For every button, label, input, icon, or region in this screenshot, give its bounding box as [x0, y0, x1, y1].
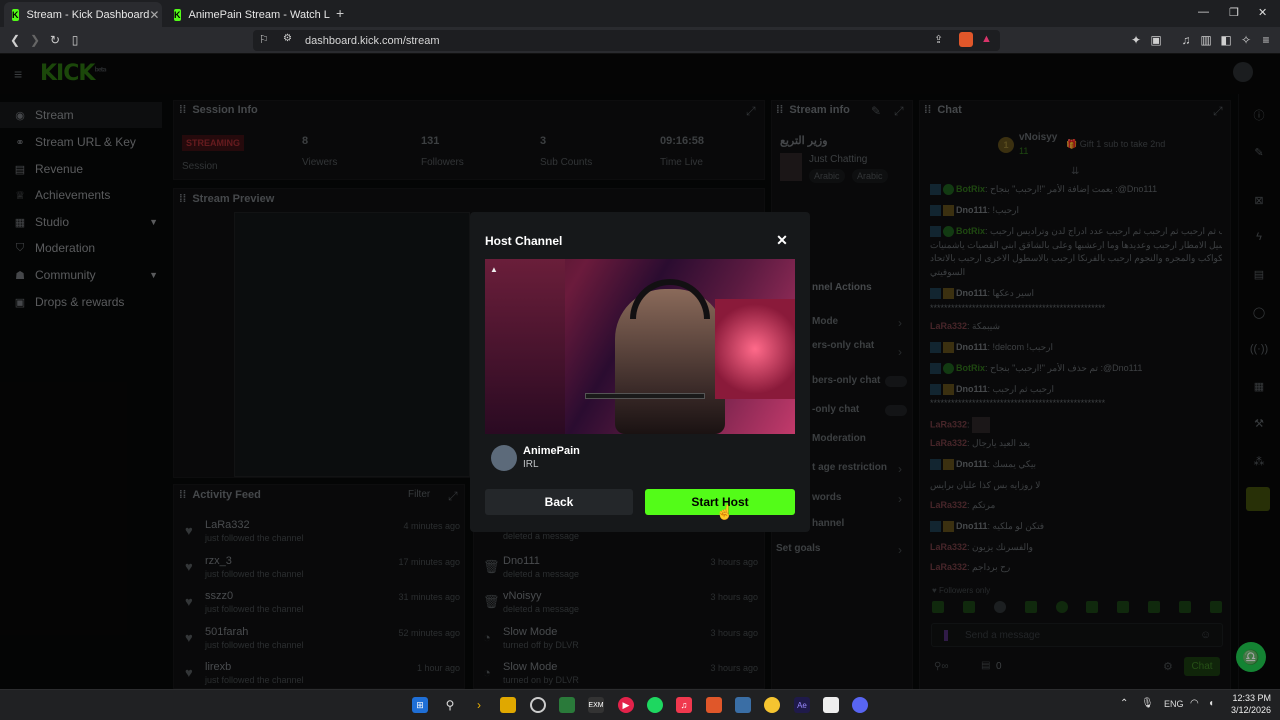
notepad-icon[interactable] — [823, 697, 839, 713]
sidebar-toggle-icon[interactable]: ▯ — [67, 32, 83, 48]
after-effects-icon[interactable]: Ae — [794, 697, 810, 713]
forward-arrow-icon[interactable]: ❯ — [27, 32, 43, 48]
apple-music-icon[interactable]: ♫ — [676, 697, 692, 713]
chatgpt-icon[interactable] — [530, 697, 546, 713]
close-tab-icon[interactable]: ✕ — [149, 8, 159, 22]
crypto-wallet-icon[interactable]: ◧ — [1218, 32, 1234, 48]
address-bar[interactable]: ⚐ ⚙ dashboard.kick.com/stream ⇪ ▲ — [253, 30, 1000, 51]
media-icon[interactable]: ♫ — [1178, 32, 1194, 48]
sidebar-icon[interactable]: ▥ — [1198, 32, 1214, 48]
brave-rewards-icon[interactable]: ▲ — [981, 33, 992, 45]
exm-app-icon[interactable]: EXM — [588, 697, 604, 713]
clock-time[interactable]: 12:33 PM — [1229, 693, 1271, 703]
os-taskbar: ⊞ ⚲ › EXM ▶ ♫ Ae ⌃ 🎙 ENG ◠ ◖ 12:33 PM 3/… — [0, 689, 1280, 720]
media-player-icon[interactable]: ▶ — [618, 697, 634, 713]
new-tab-button[interactable]: + — [336, 5, 344, 21]
host-channel-name: AnimePain — [523, 445, 580, 457]
preview-overlay-icon: ▲ — [490, 265, 498, 274]
bookmark-icon[interactable]: ⚐ — [259, 33, 269, 46]
reload-icon[interactable]: ↻ — [47, 32, 63, 48]
kick-favicon-icon: K — [174, 8, 181, 21]
spotify-icon[interactable] — [647, 697, 663, 713]
tab-kick-dashboard[interactable]: K Stream - Kick Dashboard ✕ — [4, 2, 162, 27]
arrow-app-icon[interactable]: › — [471, 697, 487, 713]
tray-chevron-icon[interactable]: ⌃ — [1120, 698, 1128, 709]
kick-favicon-icon: K — [12, 8, 19, 21]
close-window-button[interactable]: ✕ — [1258, 6, 1267, 19]
minimize-button[interactable]: — — [1198, 6, 1209, 18]
channel-preview-thumbnail: ▲ — [485, 259, 795, 434]
share-icon[interactable]: ⇪ — [934, 33, 943, 46]
maximize-button[interactable]: ❐ — [1229, 6, 1239, 19]
preview-left-light — [485, 259, 565, 434]
microphone-icon[interactable]: 🎙 — [1141, 698, 1154, 709]
back-button[interactable]: Back — [485, 489, 633, 515]
volume-icon[interactable]: ◖ — [1208, 698, 1214, 709]
browser-tab-strip: K Stream - Kick Dashboard ✕ K AnimePain … — [0, 0, 1280, 27]
file-explorer-icon[interactable] — [500, 697, 516, 713]
mouse-cursor-icon: ☝ — [716, 504, 734, 520]
tab-animepain-stream[interactable]: K AnimePain Stream - Watch Live on Ki — [166, 2, 330, 27]
back-arrow-icon[interactable]: ❮ — [7, 32, 23, 48]
brave-browser-icon[interactable] — [706, 697, 722, 713]
site-info-icon[interactable]: ⚙ — [283, 33, 292, 44]
avatar — [491, 445, 517, 471]
preview-headphones — [630, 279, 710, 319]
menu-icon[interactable]: ≡ — [1258, 32, 1274, 48]
discord-alt-icon[interactable] — [764, 697, 780, 713]
tab-title: AnimePain Stream - Watch Live on Ki — [188, 8, 331, 21]
wifi-icon[interactable]: ◠ — [1190, 698, 1199, 709]
clock-date[interactable]: 3/12/2026 — [1222, 705, 1271, 715]
search-icon[interactable]: ⚲ — [442, 697, 458, 713]
leo-ai-icon[interactable]: ✧ — [1238, 32, 1254, 48]
windows-start-icon[interactable]: ⊞ — [412, 697, 428, 713]
wallet-icon[interactable]: ▣ — [1148, 32, 1164, 48]
close-icon[interactable]: ✕ — [775, 232, 789, 248]
dialog-title: Host Channel — [485, 234, 563, 248]
extensions-icon[interactable]: ✦ — [1128, 32, 1144, 48]
xbox-icon[interactable] — [559, 697, 575, 713]
language-indicator[interactable]: ENG — [1164, 699, 1184, 709]
url-text: dashboard.kick.com/stream — [305, 34, 440, 47]
preview-right-light — [715, 299, 795, 399]
tab-title: Stream - Kick Dashboard — [26, 8, 150, 21]
brave-shields-icon[interactable] — [959, 32, 973, 47]
windows-terminal-icon[interactable] — [735, 697, 751, 713]
discord-icon[interactable] — [852, 697, 868, 713]
preview-progress-overlay — [585, 393, 705, 399]
host-channel-category: IRL — [523, 459, 539, 470]
